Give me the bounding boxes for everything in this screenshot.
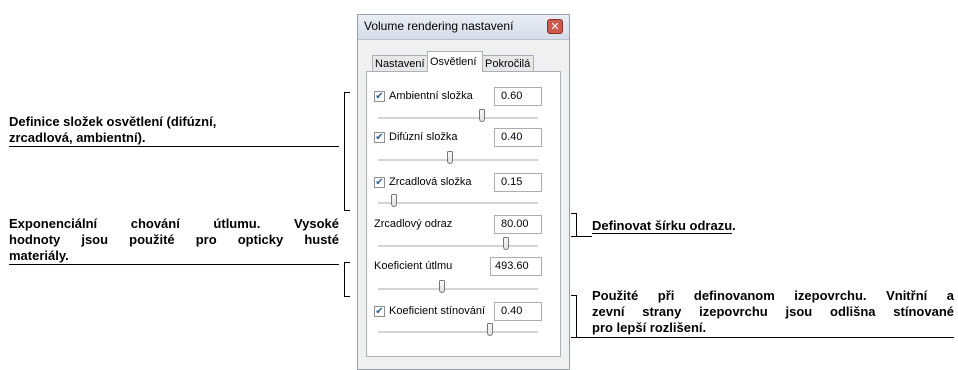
slider-thumb[interactable]: [503, 237, 509, 250]
slider-track: [378, 288, 538, 291]
slider-thumb[interactable]: [439, 280, 445, 293]
shading-row: ✔ Koeficient stínování 0.40: [374, 302, 554, 324]
slider-track: [378, 159, 538, 162]
reflection-label: Zrcadlový odraz: [374, 218, 453, 230]
slider-thumb[interactable]: [447, 151, 453, 164]
diffuse-label: Difúzní složka: [389, 131, 458, 143]
slider-thumb[interactable]: [487, 323, 493, 336]
close-button[interactable]: ✕: [547, 19, 563, 34]
underline-shading: [576, 337, 954, 338]
annotation-shading-line1: Použité při definovanom izepovrchu. Vnit…: [592, 288, 954, 303]
dialog-title: Volume rendering nastavení: [364, 19, 514, 33]
bracket-lighting-vertical: [344, 92, 345, 210]
annotation-lighting-components: Definice složek osvětlení (difúzní, zrca…: [9, 114, 339, 147]
tab-osvetleni[interactable]: Osvětlení: [427, 51, 483, 72]
bracket-attenuation-bottom: [344, 296, 350, 297]
annotation-reflection-period: .: [732, 218, 736, 233]
diffuse-slider[interactable]: [378, 151, 538, 165]
bracket-reflection-vertical: [576, 213, 577, 236]
bracket-lighting-top: [344, 92, 350, 93]
reflection-row: Zrcadlový odraz 80.00: [374, 215, 554, 237]
diffuse-checkbox[interactable]: ✔: [374, 132, 385, 143]
specular-row: ✔ Zrcadlová složka 0.15: [374, 173, 554, 195]
specular-value-field[interactable]: 0.15: [494, 173, 542, 192]
annotation-attenuation-line3: materiály.: [9, 248, 339, 265]
bracket-reflection-top: [571, 213, 577, 214]
tab-nastaveni[interactable]: Nastavení: [372, 55, 428, 72]
attenuation-row: Koeficient útlmu 493.60: [374, 257, 554, 279]
bracket-attenuation-top: [344, 262, 350, 263]
volume-rendering-dialog: Volume rendering nastavení ✕ Nastavení O…: [357, 14, 570, 370]
bracket-attenuation-vertical: [344, 262, 345, 296]
specular-checkbox[interactable]: ✔: [374, 177, 385, 188]
shading-checkbox[interactable]: ✔: [374, 306, 385, 317]
slider-track: [378, 202, 538, 205]
specular-label: Zrcadlová složka: [389, 176, 472, 188]
annotation-attenuation: Exponenciální chování útlumu. Vysoké hod…: [9, 216, 339, 265]
attenuation-value-field[interactable]: 493.60: [490, 257, 542, 276]
attenuation-label: Koeficient útlmu: [374, 260, 453, 272]
ambient-row: ✔ Ambientní složka 0.60: [374, 87, 554, 109]
reflection-value-field[interactable]: 80.00: [494, 215, 542, 234]
diffuse-value-field[interactable]: 0.40: [494, 128, 542, 147]
tab-pokrocila[interactable]: Pokročilá: [482, 55, 534, 72]
underline-reflection-extension: [576, 236, 592, 237]
annotation-shading-line2: zevní strany izepovrchu jsou odlišna stí…: [592, 304, 954, 319]
annotation-shading: Použité při definovanom izepovrchu. Vnit…: [592, 288, 954, 336]
shading-label: Koeficient stínování: [389, 305, 486, 317]
ambient-checkbox[interactable]: ✔: [374, 91, 385, 102]
diffuse-row: ✔ Difúzní složka 0.40: [374, 128, 554, 150]
attenuation-slider[interactable]: [378, 280, 538, 294]
bracket-lighting-bottom: [344, 210, 350, 211]
annotation-shading-line3: pro lepší rozlišení.: [592, 320, 707, 335]
annotation-reflection: Definovat šírku odrazu.: [592, 218, 736, 234]
slider-track: [378, 245, 538, 248]
slider-track: [378, 117, 538, 120]
ambient-slider[interactable]: [378, 109, 538, 123]
shading-slider[interactable]: [378, 323, 538, 337]
ambient-value-field[interactable]: 0.60: [494, 87, 542, 106]
slider-track: [378, 331, 538, 334]
annotation-lighting-line2: zrcadlová, ambientní).: [9, 130, 339, 147]
annotation-attenuation-line1: Exponenciální chování útlumu. Vysoké: [9, 216, 339, 231]
specular-slider[interactable]: [378, 194, 538, 208]
ambient-label: Ambientní složka: [389, 90, 473, 102]
dialog-titlebar[interactable]: Volume rendering nastavení ✕: [358, 15, 569, 40]
annotation-attenuation-line2: hodnoty jsou použité pro opticky husté: [9, 232, 339, 247]
annotation-reflection-text: Definovat šírku odrazu: [592, 218, 733, 234]
annotation-lighting-line1: Definice složek osvětlení (difúzní,: [9, 114, 217, 129]
slider-thumb[interactable]: [391, 194, 397, 207]
bracket-shading-top: [571, 295, 577, 296]
close-icon: ✕: [550, 20, 560, 33]
slider-thumb[interactable]: [479, 109, 485, 122]
reflection-slider[interactable]: [378, 237, 538, 251]
shading-value-field[interactable]: 0.40: [494, 302, 542, 321]
bracket-shading-vertical: [576, 295, 577, 337]
